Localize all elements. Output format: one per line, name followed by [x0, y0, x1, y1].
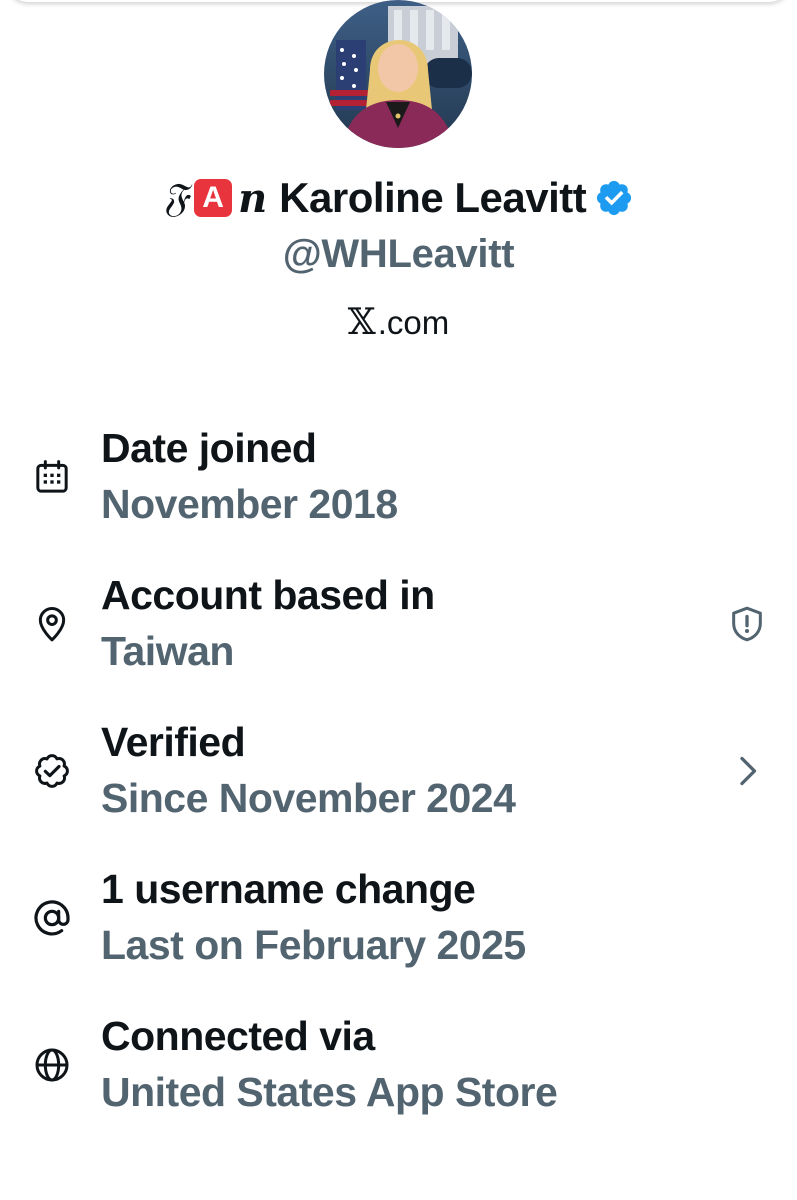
display-name-italic-letter: n	[238, 174, 268, 222]
shield-alert-icon[interactable]	[727, 604, 767, 644]
display-name-emoji-a: A	[194, 179, 233, 217]
platform-label: 𝕏 .com	[0, 302, 797, 343]
verified-badge-icon[interactable]	[594, 178, 634, 218]
avatar-photo	[324, 0, 472, 148]
profile-handle: @WHLeavitt	[282, 232, 515, 276]
about-title: Verified	[101, 719, 246, 765]
about-value: November 2018	[101, 481, 398, 527]
avatar[interactable]	[324, 0, 472, 148]
about-row-username-change: 1 username change Last on February 2025	[0, 866, 797, 986]
about-value: Since November 2024	[101, 775, 516, 821]
about-title: Connected via	[101, 1013, 375, 1059]
globe-icon	[35, 1048, 69, 1082]
location-pin-icon	[38, 607, 66, 642]
chevron-right-icon[interactable]	[727, 751, 767, 791]
display-name-fraktur-letter: 𝔉	[162, 175, 189, 221]
calendar-icon	[36, 460, 68, 493]
about-title: Date joined	[101, 425, 317, 471]
about-title: Account based in	[101, 572, 435, 618]
about-title: 1 username change	[101, 866, 476, 912]
about-value: Last on February 2025	[101, 922, 526, 968]
about-row-connected-via: Connected via United States App Store	[0, 1013, 797, 1133]
about-row-account-based-in: Account based in Taiwan	[0, 572, 797, 692]
verified-outline-icon	[35, 754, 69, 788]
x-logo-icon: 𝕏	[347, 302, 376, 343]
about-row-date-joined: Date joined November 2018	[0, 425, 797, 545]
about-value: Taiwan	[101, 628, 234, 674]
at-sign-icon	[34, 900, 70, 936]
display-name: Karoline Leavitt	[279, 174, 587, 221]
about-row-verified[interactable]: Verified Since November 2024	[0, 719, 797, 839]
platform-domain: .com	[377, 303, 450, 341]
about-value: United States App Store	[101, 1069, 558, 1115]
display-name-row: 𝔉 A n Karoline Leavitt	[0, 170, 797, 226]
